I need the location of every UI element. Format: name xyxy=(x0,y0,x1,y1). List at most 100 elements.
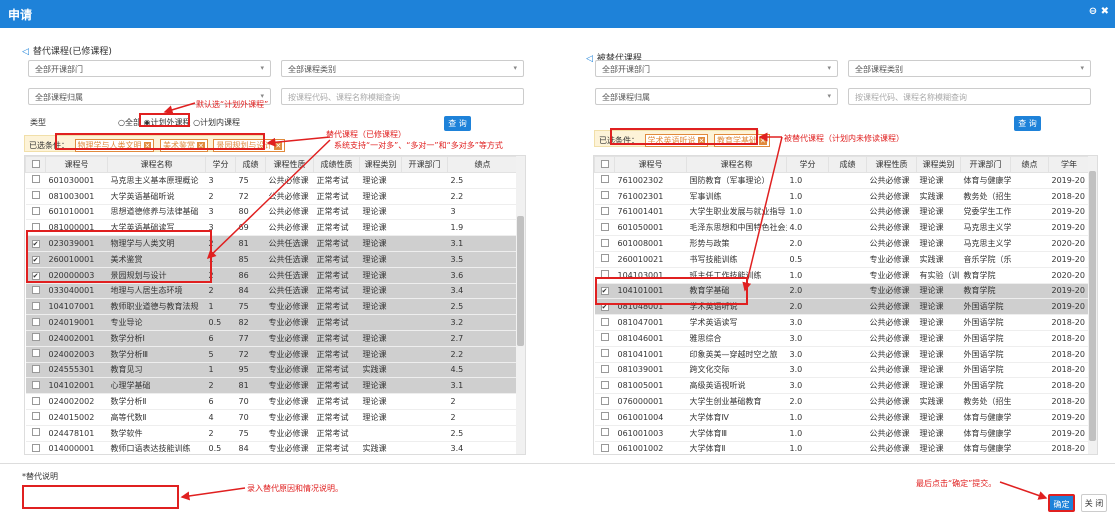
checkbox[interactable] xyxy=(600,364,609,373)
column-header[interactable]: 课程名称 xyxy=(107,156,206,173)
radio-inside[interactable]: ○计划内课程 xyxy=(193,118,240,127)
table-row[interactable]: 601050001毛泽东思想和中国特色社会主义4.0 公共必修课理论课马克思主义学… xyxy=(594,219,1090,237)
right-category-select[interactable]: 全部课程类别 ▾ xyxy=(848,60,1091,77)
checkbox[interactable] xyxy=(31,301,40,310)
checkbox[interactable] xyxy=(31,159,40,168)
column-header[interactable]: 绩点 xyxy=(447,156,518,173)
column-header[interactable]: 课程性质 xyxy=(265,156,314,173)
table-row[interactable]: 061001004 大学体育Ⅳ 1.0 公共必修课 理论课 体育与健康学 2019-20 xyxy=(594,409,1090,426)
select-all-checkbox[interactable] xyxy=(594,156,615,173)
checkbox[interactable] xyxy=(31,285,40,294)
checkbox[interactable] xyxy=(31,175,40,184)
checkbox[interactable] xyxy=(600,349,609,358)
select-all-checkbox[interactable] xyxy=(25,156,46,173)
checkbox[interactable] xyxy=(600,428,609,437)
row-checkbox-cell[interactable] xyxy=(25,172,46,189)
column-header[interactable]: 学分 xyxy=(786,156,829,173)
checkbox[interactable] xyxy=(31,380,40,389)
checkbox[interactable] xyxy=(600,317,609,326)
table-row[interactable]: 761002302 国防教育（军事理论） 1.0 公共必修课 理论课 体育与健康学 2019… xyxy=(594,172,1090,189)
row-checkbox-cell[interactable] xyxy=(594,377,615,395)
checkbox[interactable] xyxy=(600,206,609,215)
row-checkbox-cell[interactable] xyxy=(594,409,615,426)
table-row[interactable]: 024002001 数学分析Ⅰ 6 77 专业必修课 正常考试 理论课 2.7 xyxy=(25,330,518,347)
row-checkbox-cell[interactable] xyxy=(594,172,615,189)
column-header[interactable]: 课程类别 xyxy=(916,156,961,173)
row-checkbox-cell[interactable] xyxy=(25,425,46,442)
row-checkbox-cell[interactable] xyxy=(594,314,615,331)
table-row[interactable]: 024019001 专业导论 0.5 82 专业必修课 正常考试 3.2 xyxy=(25,314,518,331)
column-header[interactable]: 课程号 xyxy=(45,156,108,173)
row-checkbox-cell[interactable] xyxy=(594,441,615,454)
table-row[interactable]: 104102001 心理学基础 2 81 专业必修课 正常考试 理论课 3.1 xyxy=(25,377,518,395)
left-dept-select[interactable]: 全部开课部门 ▾ xyxy=(28,60,271,77)
row-checkbox-cell[interactable] xyxy=(25,346,46,363)
table-row[interactable]: 024015002 高等代数Ⅱ 4 70 专业必修课 正常考试 理论课 2 xyxy=(25,409,518,426)
column-header[interactable]: 课程性质 xyxy=(866,156,917,173)
column-header[interactable]: 课程名称 xyxy=(686,156,787,173)
row-checkbox-cell[interactable] xyxy=(594,425,615,442)
row-checkbox-cell[interactable] xyxy=(25,330,46,347)
column-header[interactable]: 开课部门 xyxy=(401,156,448,173)
row-checkbox-cell[interactable] xyxy=(25,188,46,205)
checkbox[interactable] xyxy=(31,396,40,405)
reason-input[interactable] xyxy=(22,485,179,509)
row-checkbox-cell[interactable] xyxy=(594,235,615,252)
row-checkbox-cell[interactable] xyxy=(594,188,615,205)
window-controls[interactable]: ⊖ ✖ xyxy=(1089,6,1109,17)
row-checkbox-cell[interactable] xyxy=(594,330,615,347)
checkbox[interactable] xyxy=(31,206,40,215)
checkbox[interactable] xyxy=(600,238,609,247)
checkbox[interactable] xyxy=(600,396,609,405)
right-scrollbar[interactable] xyxy=(1088,156,1097,454)
table-row[interactable]: 601030001 马克思主义基本原理概论 3 75 公共必修课 正常考试 理论课 2.5 xyxy=(25,172,518,189)
column-header[interactable]: 成绩性质 xyxy=(313,156,360,173)
column-header[interactable]: 学年 xyxy=(1048,156,1090,173)
right-dept-select[interactable]: 全部开课部门 ▾ xyxy=(595,60,838,77)
column-header[interactable]: 绩点 xyxy=(1010,156,1049,173)
row-checkbox-cell[interactable] xyxy=(594,251,615,268)
left-scroll-thumb[interactable] xyxy=(517,216,524,346)
row-checkbox-cell[interactable] xyxy=(594,204,615,221)
row-checkbox-cell[interactable] xyxy=(25,377,46,395)
checkbox[interactable] xyxy=(31,191,40,200)
checkbox[interactable] xyxy=(600,333,609,342)
table-row[interactable]: 081047001 学术英语读写 3.0 公共必修课 理论课 外国语学院 2018-20 xyxy=(594,314,1090,331)
checkbox[interactable] xyxy=(31,317,40,326)
table-row[interactable]: 024002002 数学分析Ⅱ 6 70 专业必修课 正常考试 理论课 2 xyxy=(25,393,518,410)
left-scrollbar[interactable] xyxy=(516,156,525,454)
checkbox[interactable] xyxy=(31,443,40,452)
column-header[interactable]: 课程类别 xyxy=(359,156,402,173)
checkbox[interactable] xyxy=(600,412,609,421)
row-checkbox-cell[interactable] xyxy=(25,298,46,316)
table-row[interactable]: 081041001 印象英美—穿越时空之旅 3.0 公共必修课 理论课 外国语学院 2018… xyxy=(594,346,1090,363)
row-checkbox-cell[interactable] xyxy=(594,219,615,237)
row-checkbox-cell[interactable] xyxy=(25,283,46,300)
right-query-button[interactable]: 查 询 xyxy=(1014,116,1041,131)
checkbox[interactable] xyxy=(600,222,609,231)
column-header[interactable]: 学分 xyxy=(205,156,236,173)
checkbox[interactable] xyxy=(600,443,609,452)
confirm-button[interactable]: 确定 xyxy=(1048,494,1075,512)
checkbox[interactable] xyxy=(600,380,609,389)
table-row[interactable]: 081039001 跨文化交际 3.0 公共必修课 理论课 外国语学院 2018-20 xyxy=(594,362,1090,379)
table-row[interactable]: 601008001 形势与政策 2.0 公共必修课 理论课 马克思主义学 2020-20 xyxy=(594,235,1090,252)
table-row[interactable]: 033040001 地理与人居生态环境 2 84 公共任选课 正常考试 理论课 3.4 xyxy=(25,283,518,300)
table-row[interactable]: 260010021 书写技能训练 0.5 专业必修课 实践课 音乐学院（乐 2019-20 xyxy=(594,251,1090,268)
left-category-select[interactable]: 全部课程类别 ▾ xyxy=(281,60,524,77)
checkbox[interactable] xyxy=(31,364,40,373)
row-checkbox-cell[interactable] xyxy=(25,393,46,410)
checkbox[interactable] xyxy=(600,159,609,168)
table-row[interactable]: 081003001 大学英语基础听说 2 72 公共必修课 正常考试 理论课 2.2 xyxy=(25,188,518,205)
checkbox[interactable] xyxy=(600,254,609,263)
checkbox[interactable] xyxy=(31,349,40,358)
table-row[interactable]: 601010001 思想道德修养与法律基础 3 80 公共必修课 正常考试 理论课 3 xyxy=(25,204,518,221)
row-checkbox-cell[interactable] xyxy=(25,441,46,454)
checkbox[interactable] xyxy=(600,175,609,184)
table-row[interactable]: 024002003 数学分析Ⅲ 5 72 专业必修课 正常考试 理论课 2.2 xyxy=(25,346,518,363)
table-row[interactable]: 761001401 大学生职业发展与就业指导 1.0 公共必修课 理论课 党委学生工作 20… xyxy=(594,204,1090,221)
row-checkbox-cell[interactable] xyxy=(594,393,615,410)
table-row[interactable]: 761002301 军事训练 1.0 公共必修课 实践课 教务处（招生 2018-20 xyxy=(594,188,1090,205)
right-attribution-select[interactable]: 全部课程归属 ▾ xyxy=(595,88,838,105)
left-search-input[interactable]: 按课程代码、课程名称模糊查询 xyxy=(281,88,524,105)
